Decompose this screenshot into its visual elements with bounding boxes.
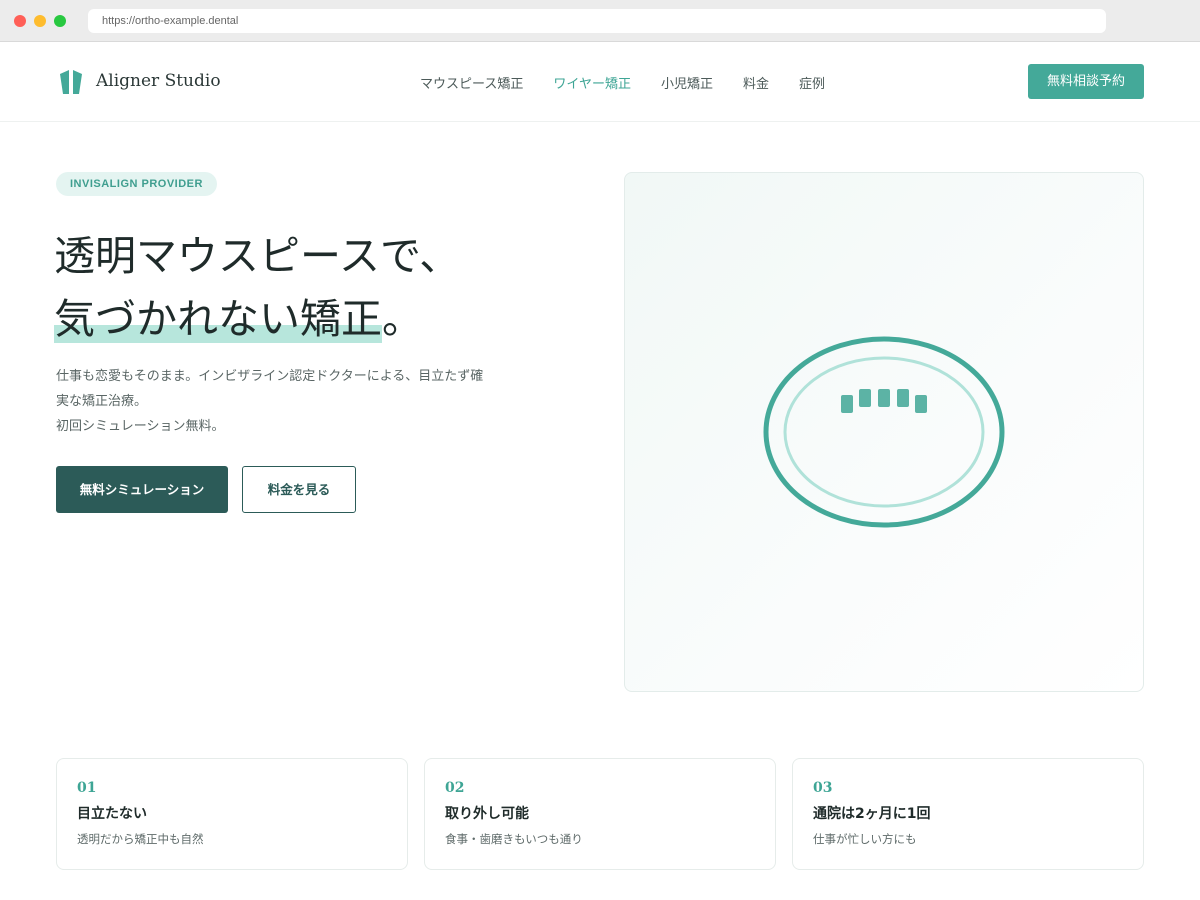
hero-visual xyxy=(624,172,1144,692)
maximize-window-button[interactable] xyxy=(54,15,66,27)
hero-lead-line: 仕事も恋愛もそのまま。インビザライン認定ドクターによる、目立たず確 xyxy=(56,369,484,384)
feature-title: 通院は2ヶ月に1回 xyxy=(813,806,931,822)
feature-card: 01 目立たない 透明だから矯正中も自然 xyxy=(56,758,408,870)
free-consultation-button[interactable]: 無料相談予約 xyxy=(1028,64,1144,99)
feature-title: 取り外し可能 xyxy=(445,806,529,822)
feature-description: 透明だから矯正中も自然 xyxy=(77,832,204,846)
hero-title-highlight: 気づかれない矯正 xyxy=(54,285,382,345)
nav-item-pediatric[interactable]: 小児矯正 xyxy=(661,73,713,92)
feature-title: 目立たない xyxy=(77,806,147,822)
nav-item-wire[interactable]: ワイヤー矯正 xyxy=(553,73,631,92)
view-pricing-button[interactable]: 料金を見る xyxy=(242,466,356,513)
hero-lead: 仕事も恋愛もそのまま。インビザライン認定ドクターによる、目立たず確 実な矯正治療… xyxy=(56,364,496,439)
minimize-window-button[interactable] xyxy=(34,15,46,27)
feature-number: 01 xyxy=(77,780,97,796)
address-bar[interactable]: https://ortho-example.dental xyxy=(88,9,1106,33)
hero-lead-line: 初回シミュレーション無料。 xyxy=(56,419,225,434)
free-simulation-button[interactable]: 無料シミュレーション xyxy=(56,466,228,513)
nav-item-pricing[interactable]: 料金 xyxy=(743,73,769,92)
browser-chrome: https://ortho-example.dental xyxy=(0,0,1200,42)
close-window-button[interactable] xyxy=(14,15,26,27)
provider-badge: INVISALIGN PROVIDER xyxy=(56,172,217,196)
aligner-illustration xyxy=(763,336,1005,528)
tooth-logo-icon[interactable] xyxy=(58,70,84,94)
site-header: Aligner Studio マウスピース矯正 ワイヤー矯正 小児矯正 料金 症… xyxy=(0,42,1200,122)
main-nav: マウスピース矯正 ワイヤー矯正 小児矯正 料金 症例 xyxy=(420,73,825,92)
hero-lead-line: 実な矯正治療。 xyxy=(56,394,148,409)
feature-description: 食事・歯磨きもいつも通り xyxy=(445,832,583,846)
brand-name[interactable]: Aligner Studio xyxy=(96,71,221,91)
hero-title-line1: 透明マウスピースで、 xyxy=(54,232,461,280)
feature-card: 02 取り外し可能 食事・歯磨きもいつも通り xyxy=(424,758,776,870)
hero-title-tail: 。 xyxy=(382,295,423,343)
feature-card: 03 通院は2ヶ月に1回 仕事が忙しい方にも xyxy=(792,758,1144,870)
feature-description: 仕事が忙しい方にも xyxy=(813,832,917,846)
feature-number: 03 xyxy=(813,780,833,796)
feature-number: 02 xyxy=(445,780,465,796)
nav-item-mouthpiece[interactable]: マウスピース矯正 xyxy=(420,73,523,92)
nav-item-cases[interactable]: 症例 xyxy=(799,73,825,92)
